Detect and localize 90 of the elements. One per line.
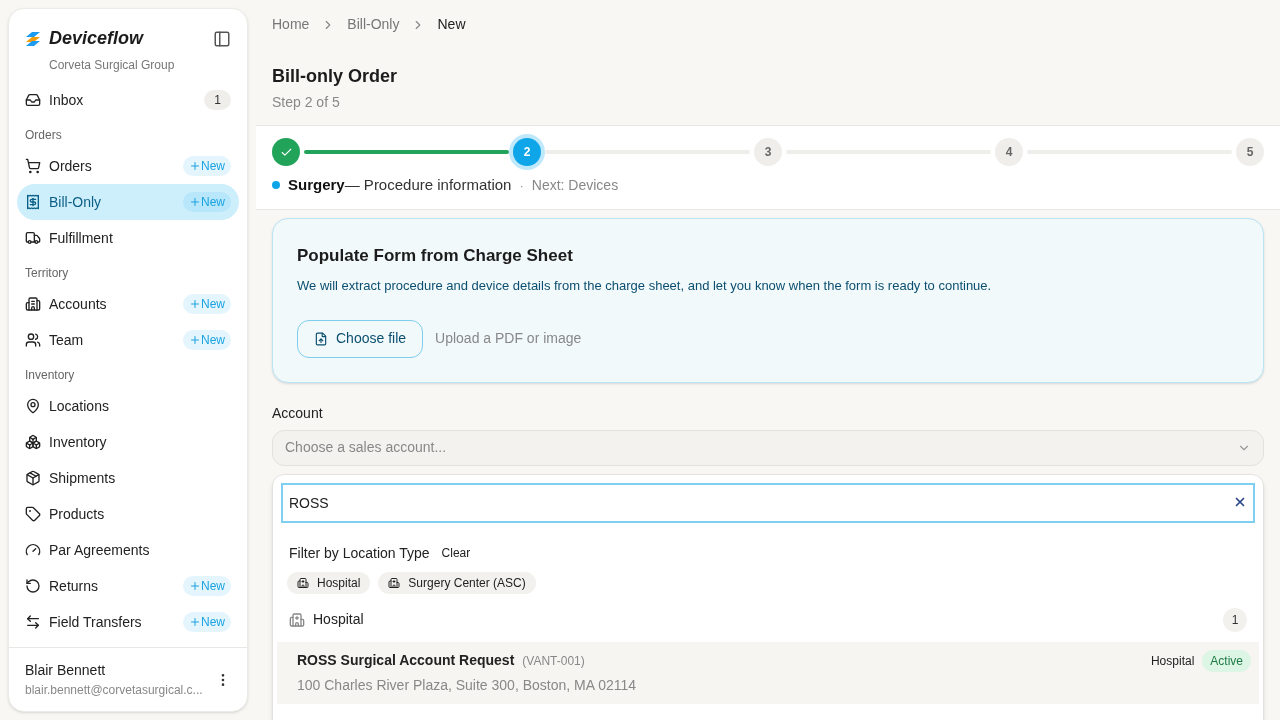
section-heading: Orders xyxy=(24,127,63,144)
card-title: Populate Form from Charge Sheet xyxy=(297,244,574,267)
brand-name: Deviceflow xyxy=(49,27,144,50)
hospital-icon xyxy=(297,576,309,589)
account-code: (VANT-001) xyxy=(522,652,585,670)
choose-file-button[interactable]: Choose file xyxy=(297,319,424,358)
sidebar-item[interactable]: Inventory xyxy=(17,424,239,460)
separator: · xyxy=(519,176,524,195)
count-badge: 1 xyxy=(204,90,231,110)
sidebar-item[interactable]: Locations xyxy=(17,388,239,424)
step-number: 2 xyxy=(513,138,541,166)
item-label: Products xyxy=(49,504,106,524)
sidebar-item[interactable]: Accounts New xyxy=(17,286,239,322)
item-label: Fulfillment xyxy=(49,228,114,248)
sidebar-item[interactable]: Shipments xyxy=(17,460,239,496)
next-step-label: Next: Devices xyxy=(531,175,619,195)
account-type: Hospital xyxy=(1150,652,1195,670)
breadcrumb-link[interactable]: Home xyxy=(272,14,310,35)
cart-icon xyxy=(25,158,41,174)
user-email: blair.bennett@corvetasurgical.c... xyxy=(25,682,204,699)
panel-left-icon xyxy=(213,29,231,48)
gauge-icon xyxy=(25,542,41,558)
current-step-label: Surgery— Procedure information xyxy=(288,175,512,195)
receipt-icon xyxy=(25,194,41,210)
user-name: Blair Bennett xyxy=(25,661,107,680)
sidebar-item[interactable]: Par Agreements xyxy=(17,532,239,568)
item-label: Returns xyxy=(49,576,100,596)
select-placeholder: Choose a sales account... xyxy=(285,438,448,457)
plus-icon xyxy=(189,334,201,346)
filter-label: Filter by Location Type xyxy=(289,543,430,563)
plus-icon xyxy=(189,616,201,628)
account-name: ROSS Surgical Account Request xyxy=(297,650,515,670)
sidebar-item[interactable]: Bill-Only New xyxy=(17,184,239,220)
collapse-sidebar-button[interactable] xyxy=(213,29,231,48)
boxes-icon xyxy=(25,434,41,450)
item-label: Locations xyxy=(49,396,110,416)
item-label: Accounts xyxy=(49,294,108,314)
step-number: 3 xyxy=(754,138,782,166)
package-icon xyxy=(25,470,41,486)
hospital-icon xyxy=(388,576,401,589)
clear-link[interactable]: Clear xyxy=(441,544,471,562)
count-badge: 1 xyxy=(1223,607,1247,632)
users-icon xyxy=(25,332,41,348)
section-heading: Territory xyxy=(24,265,70,282)
item-label: Inbox xyxy=(49,90,85,110)
rotate-icon xyxy=(25,578,41,594)
item-label: Inventory xyxy=(49,432,108,452)
item-label: Shipments xyxy=(49,468,117,488)
step-number: 5 xyxy=(1236,138,1264,166)
sidebar-item[interactable]: Products xyxy=(17,496,239,532)
status-badge: Active xyxy=(1202,649,1251,672)
plus-icon xyxy=(189,160,201,172)
logo-icon xyxy=(25,30,41,47)
card-description: We will extract procedure and device details from the charge sheet, and let you know when the form is ready to continue. xyxy=(297,277,993,295)
tag-icon xyxy=(25,506,41,522)
item-label: Orders xyxy=(49,156,93,176)
arrows-icon xyxy=(25,614,41,630)
sidebar-item[interactable]: Team New xyxy=(17,322,239,358)
map-pin-icon xyxy=(25,398,41,414)
section-heading: Inventory xyxy=(24,367,76,384)
group-heading: Hospital xyxy=(313,610,365,629)
hospital-icon xyxy=(289,611,305,628)
search-field[interactable]: ROSS xyxy=(281,482,1255,523)
sidebar-item[interactable]: Inbox 1 xyxy=(17,82,239,118)
account-address: 100 Charles River Plaza, Suite 300, Boston, MA 02114 xyxy=(297,675,638,695)
step-number: 4 xyxy=(995,138,1023,166)
inbox-icon xyxy=(25,92,41,108)
item-label: Field Transfers xyxy=(49,612,143,632)
building-icon xyxy=(25,296,41,312)
page-subtitle: Step 2 of 5 xyxy=(272,93,341,112)
plus-icon xyxy=(189,196,201,208)
file-upload-icon xyxy=(314,331,328,346)
field-label: Account xyxy=(272,403,324,423)
upload-hint: Upload a PDF or image xyxy=(435,329,582,348)
organization-name: Corveta Surgical Group xyxy=(49,57,176,74)
filter-chip[interactable]: Surgery Center (ASC) xyxy=(378,571,536,594)
account-option[interactable]: ROSS Surgical Account Request (VANT-001) 100 Charles River Plaza, Suite 300, Boston, MA 02114 Hospital Active xyxy=(277,641,1259,704)
sidebar-item[interactable]: Orders New xyxy=(17,148,239,184)
breadcrumb-link[interactable]: Bill-Only xyxy=(347,14,400,35)
item-label: Par Agreements xyxy=(49,540,151,560)
item-label: Bill-Only xyxy=(49,192,103,212)
plus-icon xyxy=(189,298,201,310)
page-title: Bill-only Order xyxy=(272,65,398,88)
plus-icon xyxy=(189,580,201,592)
truck-icon xyxy=(25,230,41,246)
sidebar-item[interactable]: Returns New xyxy=(17,568,239,604)
item-label: Team xyxy=(49,330,85,350)
filter-chip[interactable]: Hospital xyxy=(287,571,371,594)
sidebar-item[interactable]: Field Transfers New xyxy=(17,604,239,640)
sidebar-item[interactable]: Fulfillment xyxy=(17,220,239,256)
